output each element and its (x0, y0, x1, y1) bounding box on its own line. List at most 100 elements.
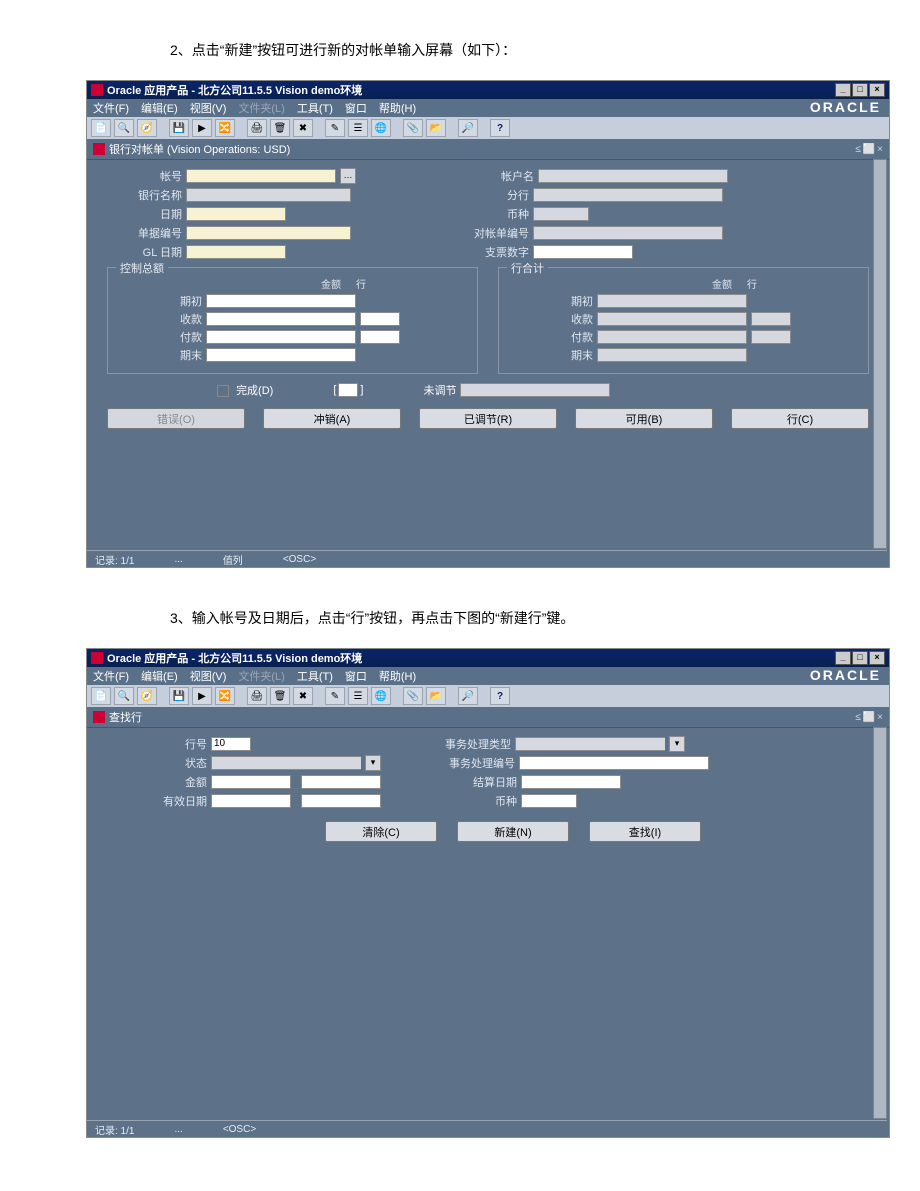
currency-field-2[interactable] (521, 794, 577, 808)
menu-edit[interactable]: 编辑(E) (141, 100, 178, 116)
currency-field[interactable] (533, 207, 589, 221)
toolbar-attach-icon[interactable]: 📎 (403, 687, 423, 705)
scrollbar-vertical-2[interactable] (873, 727, 887, 1119)
account-no-field[interactable] (186, 169, 336, 183)
menu-window[interactable]: 窗口 (345, 668, 367, 684)
line-no-field[interactable]: 10 (211, 737, 251, 751)
payments-line-l-field[interactable] (360, 330, 400, 344)
errors-button[interactable]: 错误(O) (107, 408, 245, 429)
maximize-icon[interactable]: □ (852, 83, 868, 97)
menu-view[interactable]: 视图(V) (190, 100, 227, 116)
toolbar-attach-icon[interactable]: 📎 (403, 119, 423, 137)
inner-max-icon[interactable]: ⬜ (863, 712, 875, 723)
toolbar-folder-icon[interactable]: 📂 (426, 119, 446, 137)
toolbar-new-icon[interactable]: 📄 (91, 687, 111, 705)
receipts-line-l-field[interactable] (360, 312, 400, 326)
menu-help[interactable]: 帮助(H) (379, 100, 416, 116)
menu-edit[interactable]: 编辑(E) (141, 668, 178, 684)
unreconciled-field[interactable] (460, 383, 610, 397)
gl-date-field[interactable] (186, 245, 286, 259)
inner-min-icon[interactable]: ≤ (855, 144, 861, 155)
menu-tools[interactable]: 工具(T) (297, 668, 333, 684)
eff-date-from-field[interactable] (211, 794, 291, 808)
toolbar-print-icon[interactable]: 🖨 (247, 687, 267, 705)
trx-no-field[interactable] (519, 756, 709, 770)
stmt-no-field[interactable] (533, 226, 723, 240)
toolbar-switch-icon[interactable]: 🔀 (215, 119, 235, 137)
toolbar-zoom-icon[interactable]: 🔎 (458, 119, 478, 137)
menu-help[interactable]: 帮助(H) (379, 668, 416, 684)
toolbar-find-icon[interactable]: 🔍 (114, 119, 134, 137)
toolbar-clear-icon[interactable]: 🗑 (270, 687, 290, 705)
settle-date-field[interactable] (521, 775, 621, 789)
dff-box[interactable]: [] (333, 383, 363, 397)
complete-checkbox[interactable] (217, 385, 229, 397)
toolbar-edit-icon[interactable]: ✎ (325, 687, 345, 705)
amount-to-field[interactable] (301, 775, 381, 789)
menu-file[interactable]: 文件(F) (93, 100, 129, 116)
bank-name-field[interactable] (186, 188, 351, 202)
toolbar-clear-icon[interactable]: 🗑 (270, 119, 290, 137)
reversal-button[interactable]: 冲销(A) (263, 408, 401, 429)
menu-tools[interactable]: 工具(T) (297, 100, 333, 116)
toolbar-translate-icon[interactable]: 🌐 (371, 687, 391, 705)
payments-line-r-field[interactable] (751, 330, 791, 344)
receipts-line-r-field[interactable] (751, 312, 791, 326)
eff-date-to-field[interactable] (301, 794, 381, 808)
toolbar-find-icon[interactable]: 🔍 (114, 687, 134, 705)
close-icon[interactable]: × (869, 83, 885, 97)
toolbar-delete-icon[interactable]: ✖ (293, 687, 313, 705)
find-button[interactable]: 查找(I) (589, 821, 701, 842)
menu-view[interactable]: 视图(V) (190, 668, 227, 684)
status-dropdown-icon[interactable]: ▾ (365, 755, 381, 771)
payments-amount-l-field[interactable] (206, 330, 356, 344)
toolbar-help-icon[interactable]: ? (490, 687, 510, 705)
toolbar-nav-icon[interactable]: 🧭 (137, 687, 157, 705)
closing-amount-l-field[interactable] (206, 348, 356, 362)
available-button[interactable]: 可用(B) (575, 408, 713, 429)
inner-min-icon[interactable]: ≤ (855, 712, 861, 723)
new-button[interactable]: 新建(N) (457, 821, 569, 842)
account-no-lov-button[interactable]: … (340, 168, 356, 184)
closing-amount-r-field[interactable] (597, 348, 747, 362)
payments-amount-r-field[interactable] (597, 330, 747, 344)
toolbar-delete-icon[interactable]: ✖ (293, 119, 313, 137)
toolbar-save-icon[interactable]: 💾 (169, 119, 189, 137)
minimize-icon[interactable]: _ (835, 651, 851, 665)
toolbar-nav-icon[interactable]: 🧭 (137, 119, 157, 137)
maximize-icon[interactable]: □ (852, 651, 868, 665)
inner-close-icon[interactable]: × (877, 144, 883, 155)
toolbar-lov-icon[interactable]: ☰ (348, 119, 368, 137)
toolbar-save-icon[interactable]: 💾 (169, 687, 189, 705)
toolbar-help-icon[interactable]: ? (490, 119, 510, 137)
menu-file[interactable]: 文件(F) (93, 668, 129, 684)
inner-close-icon[interactable]: × (877, 712, 883, 723)
status-field[interactable] (211, 756, 361, 770)
reconciled-button[interactable]: 已调节(R) (419, 408, 557, 429)
toolbar-print-icon[interactable]: 🖨 (247, 119, 267, 137)
clear-button[interactable]: 清除(C) (325, 821, 437, 842)
toolbar-next-icon[interactable]: ▶ (192, 687, 212, 705)
opening-amount-l-field[interactable] (206, 294, 356, 308)
toolbar-translate-icon[interactable]: 🌐 (371, 119, 391, 137)
menu-window[interactable]: 窗口 (345, 100, 367, 116)
minimize-icon[interactable]: _ (835, 83, 851, 97)
inner-max-icon[interactable]: ⬜ (863, 144, 875, 155)
menu-folder[interactable]: 文件夹(L) (238, 668, 284, 684)
branch-field[interactable] (533, 188, 723, 202)
toolbar-edit-icon[interactable]: ✎ (325, 119, 345, 137)
toolbar-switch-icon[interactable]: 🔀 (215, 687, 235, 705)
scrollbar-vertical[interactable] (873, 159, 887, 549)
toolbar-next-icon[interactable]: ▶ (192, 119, 212, 137)
receipts-amount-l-field[interactable] (206, 312, 356, 326)
toolbar-new-icon[interactable]: 📄 (91, 119, 111, 137)
toolbar-zoom-icon[interactable]: 🔎 (458, 687, 478, 705)
account-name-field[interactable] (538, 169, 728, 183)
menu-folder[interactable]: 文件夹(L) (238, 100, 284, 116)
check-digits-field[interactable] (533, 245, 633, 259)
toolbar-lov-icon[interactable]: ☰ (348, 687, 368, 705)
toolbar-folder-icon[interactable]: 📂 (426, 687, 446, 705)
close-icon[interactable]: × (869, 651, 885, 665)
lines-button[interactable]: 行(C) (731, 408, 869, 429)
opening-amount-r-field[interactable] (597, 294, 747, 308)
